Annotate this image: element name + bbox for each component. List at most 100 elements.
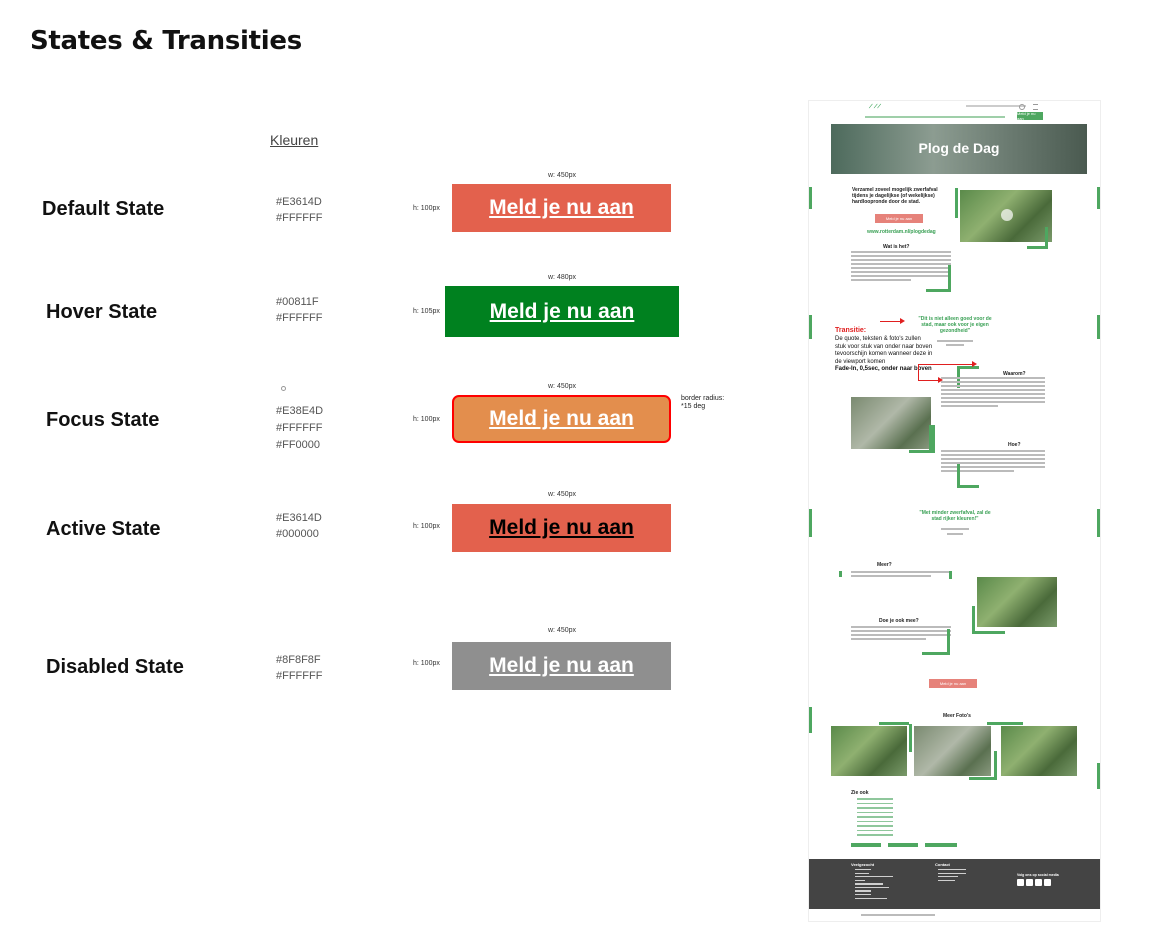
- photo-frame: [1027, 246, 1048, 249]
- hover-state-button[interactable]: Meld je nu aan: [445, 286, 679, 337]
- note-line: border radius:: [681, 395, 725, 402]
- footer-heading: Veelgezocht: [851, 862, 875, 867]
- disabled-state-button: Meld je nu aan: [452, 642, 671, 690]
- note-line: *15 deg: [681, 403, 706, 410]
- photo-frame: [969, 777, 997, 780]
- active-state-button[interactable]: Meld je nu aan: [452, 504, 671, 552]
- green-accent: [1097, 187, 1100, 209]
- main-nav[interactable]: [865, 116, 1005, 118]
- instagram-icon[interactable]: [1035, 879, 1042, 886]
- green-accent: [1097, 763, 1100, 789]
- photos-heading: Meer Foto's: [943, 713, 971, 719]
- height-label: h: 105px: [413, 308, 440, 315]
- green-accent: [1097, 315, 1100, 339]
- color-code: #E38E4D: [276, 405, 324, 417]
- photo-frame: [1045, 227, 1048, 247]
- focus-note: border radius: *15 deg: [681, 395, 724, 411]
- search-icon[interactable]: [1019, 104, 1025, 110]
- play-icon[interactable]: [1001, 209, 1013, 221]
- focus-state-button[interactable]: Meld je nu aan: [452, 395, 671, 443]
- text-frame: [949, 571, 952, 579]
- gallery-photo[interactable]: [1001, 726, 1077, 776]
- state-colors-default: #E3614D #FFFFFF: [276, 194, 322, 226]
- arrow-connector: [918, 364, 919, 380]
- section-heading: Wat is het?: [883, 244, 910, 250]
- width-label: w: 450px: [548, 627, 577, 634]
- mockup-cta-button[interactable]: Meld je nu aan: [875, 214, 923, 223]
- green-accent: [809, 509, 812, 537]
- photo-frame: [955, 188, 958, 218]
- gallery-photo[interactable]: [831, 726, 907, 776]
- arrow-right: [880, 321, 902, 322]
- color-code: #000000: [276, 528, 319, 540]
- arrowhead-icon: [972, 361, 977, 367]
- transition-animation: Fade-In, 0,5sec, onder naar boven: [835, 366, 932, 372]
- see-also-links[interactable]: [857, 798, 893, 839]
- text-frame: [839, 571, 842, 577]
- twitter-icon[interactable]: [1026, 879, 1033, 886]
- photo-frame: [909, 450, 935, 453]
- width-label: w: 450px: [548, 383, 577, 390]
- hero-title: Plog de Dag: [918, 140, 1000, 156]
- menu-icon[interactable]: [1033, 104, 1038, 110]
- top-links: [966, 105, 1026, 107]
- photo-frame: [994, 751, 997, 779]
- height-label: h: 100px: [413, 205, 440, 212]
- green-accent: [809, 187, 812, 209]
- state-label-default: Default State: [42, 198, 165, 220]
- text-frame: [948, 265, 951, 291]
- green-accent: [809, 707, 812, 733]
- intro-text: Verzamel zoveel mogelijk zwerfafval tijd…: [852, 187, 938, 205]
- mockup-cta-button-2[interactable]: Meld je nu aan: [929, 679, 977, 688]
- hero-image: Plog de Dag: [831, 124, 1087, 174]
- state-colors-hover: #00811F #FFFFFF: [276, 294, 322, 326]
- green-accent: [1097, 509, 1100, 537]
- paragraph: [851, 626, 951, 642]
- default-state-button[interactable]: Meld je nu aan: [452, 184, 671, 232]
- state-colors-disabled: #8F8F8F #FFFFFF: [276, 652, 322, 684]
- text-frame: [957, 485, 979, 488]
- youtube-icon[interactable]: [1044, 879, 1051, 886]
- green-accent: [809, 315, 812, 339]
- quote-line: gezondheid": [939, 328, 971, 334]
- share-button[interactable]: [851, 843, 881, 847]
- color-code: #8F8F8F: [276, 654, 321, 666]
- photo-frame: [972, 631, 1005, 634]
- color-code: #FFFFFF: [276, 670, 323, 682]
- intro-line: hardloopronde door de stad.: [852, 199, 921, 205]
- photo-frame: [972, 606, 975, 634]
- height-label: h: 100px: [413, 660, 440, 667]
- paragraph: [941, 377, 1045, 409]
- state-label-focus: Focus State: [46, 409, 160, 431]
- colors-heading: Kleuren: [270, 132, 319, 148]
- color-code: #FF0000: [276, 439, 321, 451]
- width-label: w: 450px: [548, 172, 577, 179]
- share-button[interactable]: [888, 843, 918, 847]
- section-heading: Meer?: [877, 562, 892, 568]
- see-also-heading: Zie ook: [851, 790, 869, 796]
- state-colors-focus: #E38E4D #FFFFFF #FF0000: [276, 403, 323, 454]
- transition-title: Transitie:: [835, 327, 867, 334]
- top-cta-button[interactable]: Meld je nu aan: [1017, 111, 1043, 121]
- mockup-link[interactable]: www.rotterdam.nl/plogdedag: [867, 229, 936, 235]
- footer-links[interactable]: [855, 869, 895, 901]
- color-code: #00811F: [276, 296, 319, 308]
- arrow-connector: [918, 364, 974, 365]
- share-button[interactable]: [925, 843, 957, 847]
- height-label: h: 100px: [413, 523, 440, 530]
- arrowhead-icon: [900, 318, 905, 324]
- transition-body: De quote, teksten & foto's zullen stuk v…: [835, 336, 960, 374]
- quote-author: [947, 533, 963, 535]
- facebook-icon[interactable]: [1017, 879, 1024, 886]
- color-code: #FFFFFF: [276, 212, 323, 224]
- quote-author: [941, 528, 969, 530]
- gallery-photo[interactable]: [914, 726, 991, 776]
- transition-line: De quote, teksten & foto's zullen: [835, 336, 921, 342]
- photo-frame: [929, 425, 935, 453]
- footer-bottom-links[interactable]: [861, 914, 935, 916]
- footer: Veelgezocht Contact Volg ons op social m…: [809, 859, 1100, 909]
- photo: [851, 397, 931, 449]
- footer-heading: Contact: [935, 862, 950, 867]
- photo-frame: [879, 722, 909, 725]
- color-code: #FFFFFF: [276, 312, 323, 324]
